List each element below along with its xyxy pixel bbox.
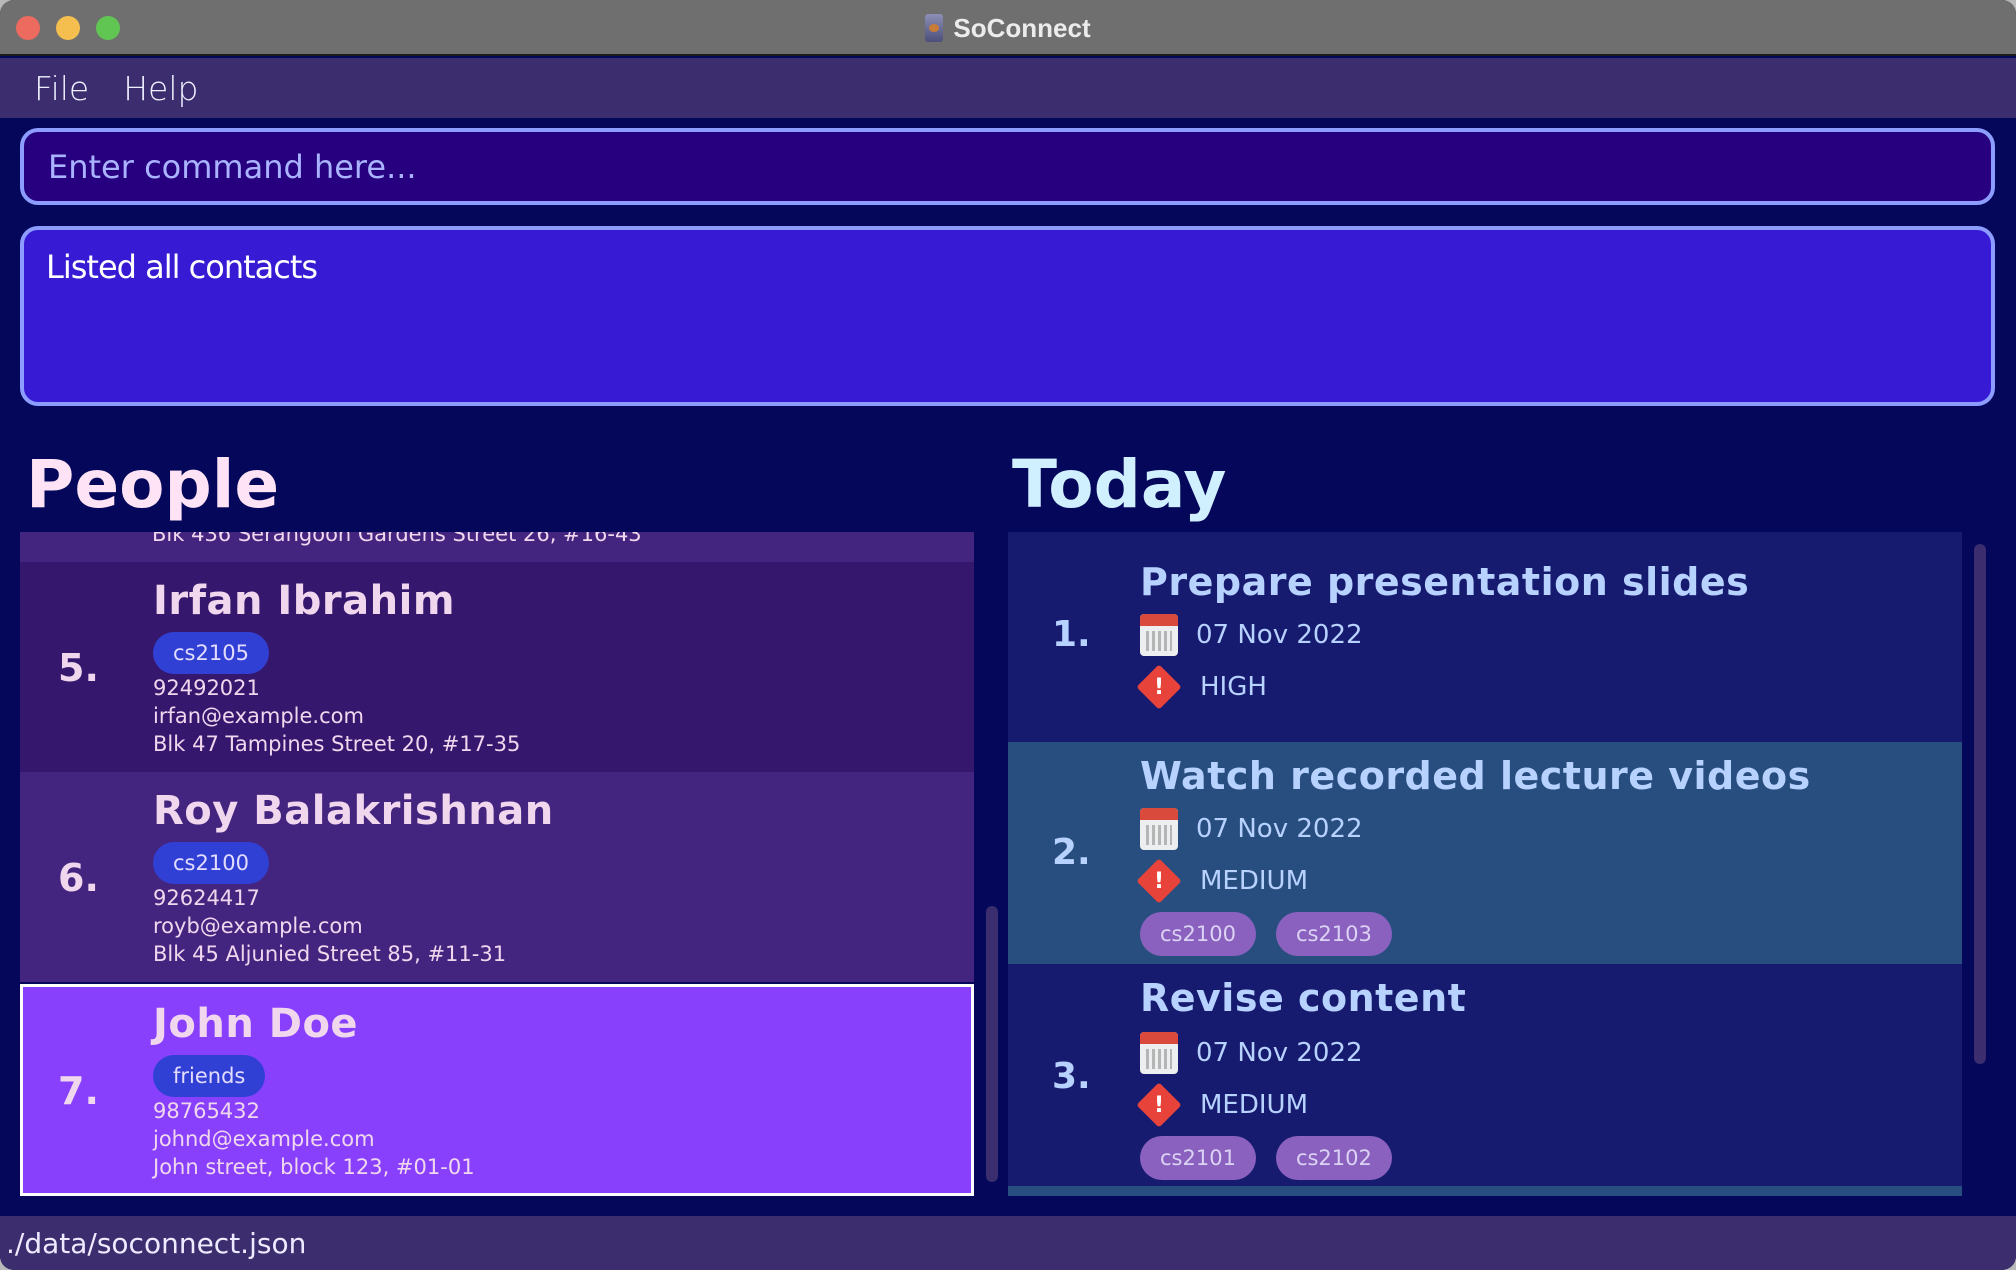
task-priority: MEDIUM [1200, 1090, 1309, 1120]
task-index: 3. [1052, 1056, 1091, 1097]
person-name: John Doe [153, 1001, 359, 1047]
task-card[interactable]: 2. Watch recorded lecture videos 07 Nov … [1008, 742, 1962, 964]
result-message: Listed all contacts [46, 248, 318, 286]
task-tag: cs2101 [1140, 1136, 1256, 1180]
person-card[interactable]: 5. Irfan Ibrahim cs2105 92492021 irfan@e… [20, 562, 974, 772]
calendar-icon [1140, 614, 1178, 656]
person-phone: 92492021 [153, 676, 260, 700]
window-title-group: SoConnect [0, 0, 2016, 56]
person-name: Irfan Ibrahim [153, 578, 456, 624]
task-tag: cs2100 [1140, 912, 1256, 956]
person-card[interactable]: 6. Roy Balakrishnan cs2100 92624417 royb… [20, 772, 974, 982]
person-email: royb@example.com [153, 914, 363, 938]
priority-warning-icon: ! [1136, 858, 1182, 904]
person-tag: cs2100 [153, 842, 269, 884]
task-tag: cs2102 [1275, 1136, 1392, 1180]
task-priority: HIGH [1200, 672, 1267, 702]
people-list[interactable]: Blk 436 Serangoon Gardens Street 26, #16… [20, 532, 974, 1196]
person-name: Roy Balakrishnan [153, 788, 554, 834]
calendar-icon [1140, 808, 1178, 850]
person-address: Blk 45 Aljunied Street 85, #11-31 [153, 942, 507, 966]
task-date-row: 07 Nov 2022 [1140, 614, 1363, 656]
person-index: 5. [58, 646, 99, 690]
priority-warning-icon: ! [1136, 664, 1182, 710]
person-index: 6. [58, 856, 99, 900]
task-date-row: 07 Nov 2022 [1140, 1032, 1363, 1074]
task-title: Prepare presentation slides [1140, 560, 1750, 604]
person-address: John street, block 123, #01-01 [153, 1155, 475, 1179]
person-address: Blk 47 Tampines Street 20, #17-35 [153, 732, 521, 756]
task-index: 1. [1052, 614, 1091, 655]
result-display: Listed all contacts [20, 226, 1995, 406]
person-address: Blk 436 Serangoon Gardens Street 26, #16… [152, 532, 642, 546]
menu-bar: File Help [0, 58, 2016, 118]
calendar-icon [1140, 1032, 1178, 1074]
task-title: Watch recorded lecture videos [1140, 754, 1811, 798]
priority-warning-icon: ! [1136, 1082, 1182, 1128]
task-card-partial[interactable] [1008, 1186, 1962, 1196]
people-panel-title: People [26, 446, 280, 523]
task-tags: cs2100 cs2103 [1140, 912, 1392, 956]
command-input[interactable] [48, 147, 1991, 186]
task-card[interactable]: 1. Prepare presentation slides 07 Nov 20… [1008, 532, 1962, 742]
title-bar: SoConnect [0, 0, 2016, 56]
status-bar: ./data/soconnect.json [0, 1216, 2016, 1270]
window-title: SoConnect [953, 12, 1091, 43]
task-date-row: 07 Nov 2022 [1140, 808, 1363, 850]
task-tag: cs2103 [1275, 912, 1392, 956]
task-priority: MEDIUM [1200, 866, 1309, 896]
today-scrollbar[interactable] [1974, 544, 1986, 1064]
task-tags: cs2101 cs2102 [1140, 1136, 1392, 1180]
task-date: 07 Nov 2022 [1196, 1038, 1363, 1068]
person-tag: friends [153, 1055, 266, 1097]
person-email: johnd@example.com [153, 1127, 375, 1151]
menu-file[interactable]: File [34, 69, 89, 108]
task-card[interactable]: 3. Revise content 07 Nov 2022 ! MEDIUM c… [1008, 964, 1962, 1186]
menu-help[interactable]: Help [123, 69, 198, 108]
person-phone: 92624417 [153, 886, 260, 910]
app-window: SoConnect File Help Listed all contacts … [0, 0, 2016, 1270]
data-file-path: ./data/soconnect.json [6, 1226, 307, 1260]
command-box [20, 128, 1995, 205]
task-date: 07 Nov 2022 [1196, 814, 1363, 844]
task-index: 2. [1052, 832, 1091, 873]
people-scrollbar[interactable] [986, 906, 998, 1182]
today-panel-title: Today [1012, 446, 1227, 523]
task-date: 07 Nov 2022 [1196, 620, 1363, 650]
app-icon [925, 14, 944, 42]
person-tag: cs2105 [153, 632, 269, 674]
person-email: irfan@example.com [153, 704, 364, 728]
today-task-list[interactable]: 1. Prepare presentation slides 07 Nov 20… [1008, 532, 1962, 1196]
person-card-selected[interactable]: 7. John Doe friends 98765432 johnd@examp… [20, 984, 974, 1196]
person-phone: 98765432 [153, 1099, 260, 1123]
person-card-partial[interactable]: Blk 436 Serangoon Gardens Street 26, #16… [20, 532, 974, 562]
task-priority-row: ! MEDIUM [1136, 858, 1308, 904]
person-index: 7. [58, 1069, 99, 1113]
task-title: Revise content [1140, 976, 1467, 1020]
task-priority-row: ! MEDIUM [1136, 1082, 1308, 1128]
task-priority-row: ! HIGH [1136, 664, 1267, 710]
